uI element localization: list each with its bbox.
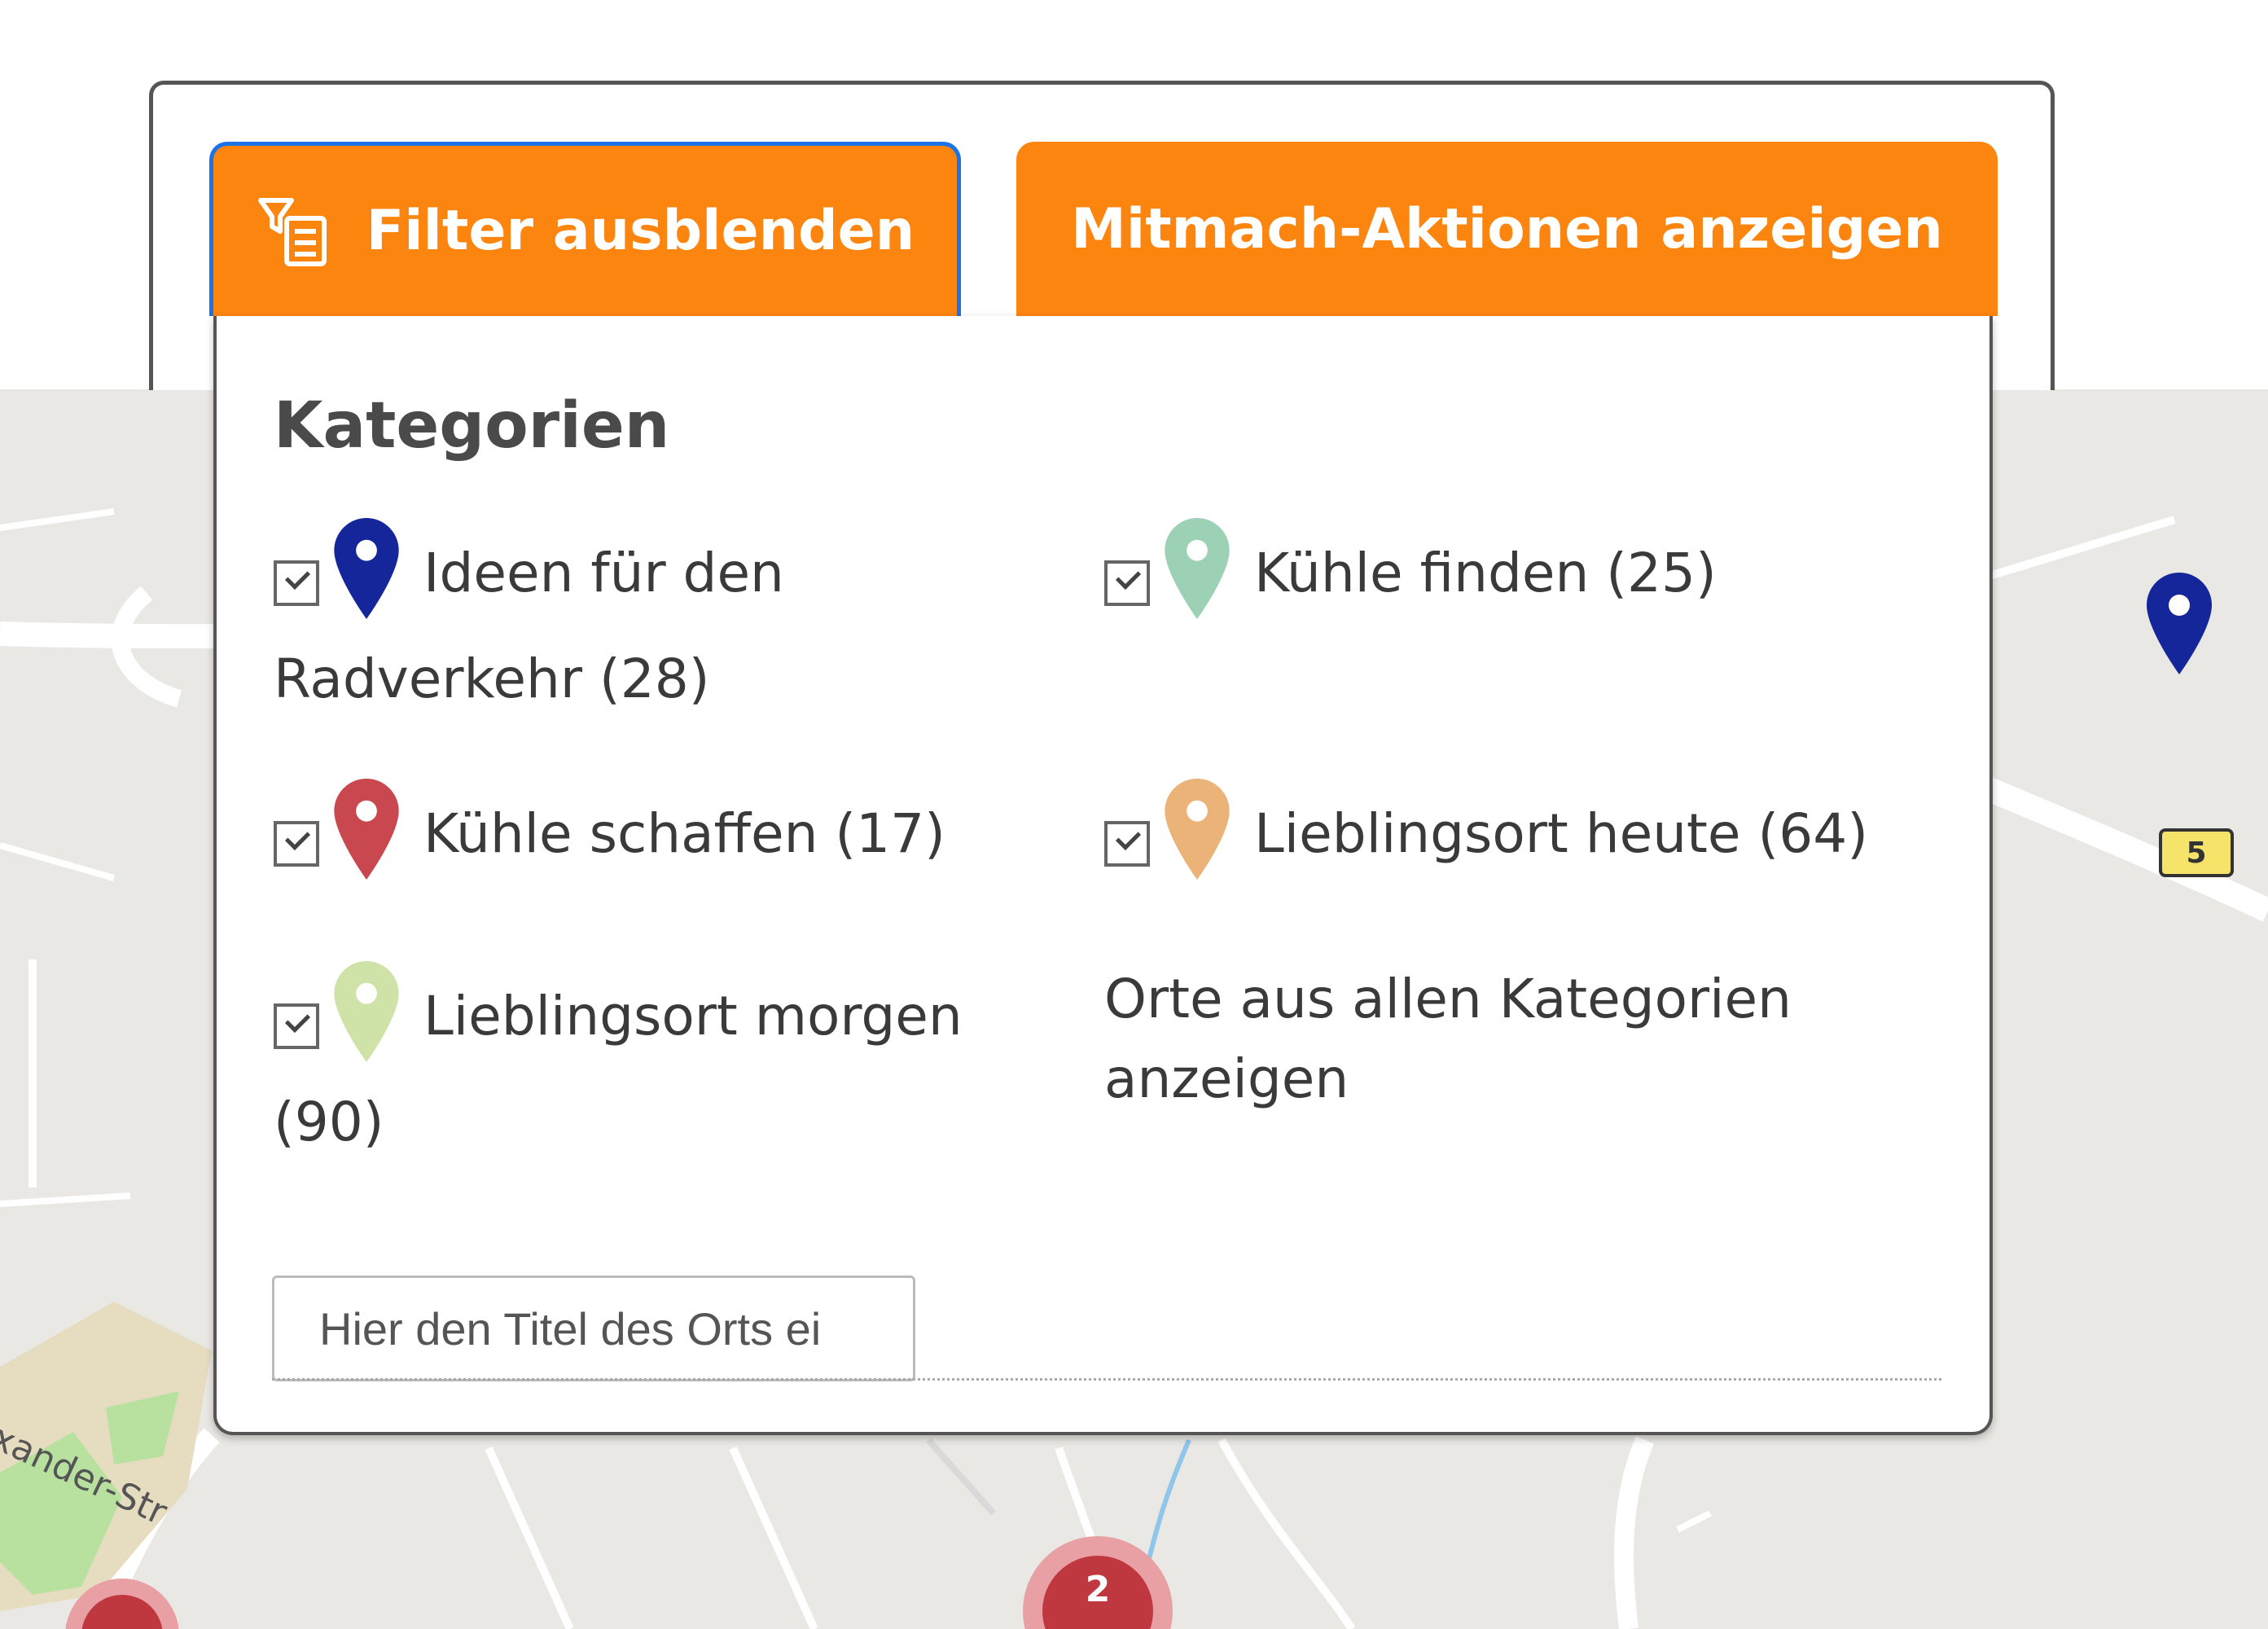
category-checkbox[interactable]: [1104, 560, 1150, 606]
map-pin-icon: [334, 779, 399, 880]
filter-list-icon: [257, 197, 327, 266]
map-pin-icon: [334, 961, 399, 1062]
category-checkbox[interactable]: [274, 821, 319, 867]
category-label: Kühle schaffen (17): [423, 802, 945, 865]
category-checkbox[interactable]: [274, 1003, 319, 1049]
place-title-search-input[interactable]: [272, 1276, 915, 1381]
cluster-count: 2: [1085, 1569, 1111, 1610]
road-shield: 5: [2159, 828, 2234, 877]
divider: [272, 1378, 1941, 1381]
hide-filter-button[interactable]: Filter ausblenden: [209, 142, 961, 316]
show-actions-button[interactable]: Mitmach-Aktionen anzeigen: [1016, 142, 1998, 316]
category-kuehle-schaffen[interactable]: Kühle schaffen (17): [274, 779, 1007, 887]
hide-filter-label: Filter ausblenden: [366, 199, 915, 263]
category-lieblingsort-heute[interactable]: Lieblingsort heute (64): [1104, 779, 1959, 887]
filter-panel: Kategorien Ideen für den Radverkehr (28)…: [213, 316, 1993, 1435]
categories-heading: Kategorien: [274, 389, 670, 463]
category-lieblingsort-morgen[interactable]: Lieblingsort morgen (90): [274, 961, 1007, 1175]
category-label: Lieblingsort heute (64): [1254, 802, 1868, 865]
map-pin-icon: [1165, 518, 1230, 619]
map-pin-icon: [1165, 779, 1230, 880]
category-label: Kühle finden (25): [1254, 542, 1717, 604]
category-checkbox[interactable]: [274, 560, 319, 606]
category-checkbox[interactable]: [1104, 821, 1150, 867]
map-pin-icon[interactable]: [2147, 573, 2212, 674]
category-kuehle-finden[interactable]: Kühle finden (25): [1104, 518, 1959, 626]
show-actions-label: Mitmach-Aktionen anzeigen: [1071, 196, 1943, 261]
show-all-categories-link[interactable]: Orte aus allen Kategorien anzeigen: [1104, 959, 1837, 1119]
category-radverkehr[interactable]: Ideen für den Radverkehr (28): [274, 518, 1007, 732]
map-pin-icon: [334, 518, 399, 619]
